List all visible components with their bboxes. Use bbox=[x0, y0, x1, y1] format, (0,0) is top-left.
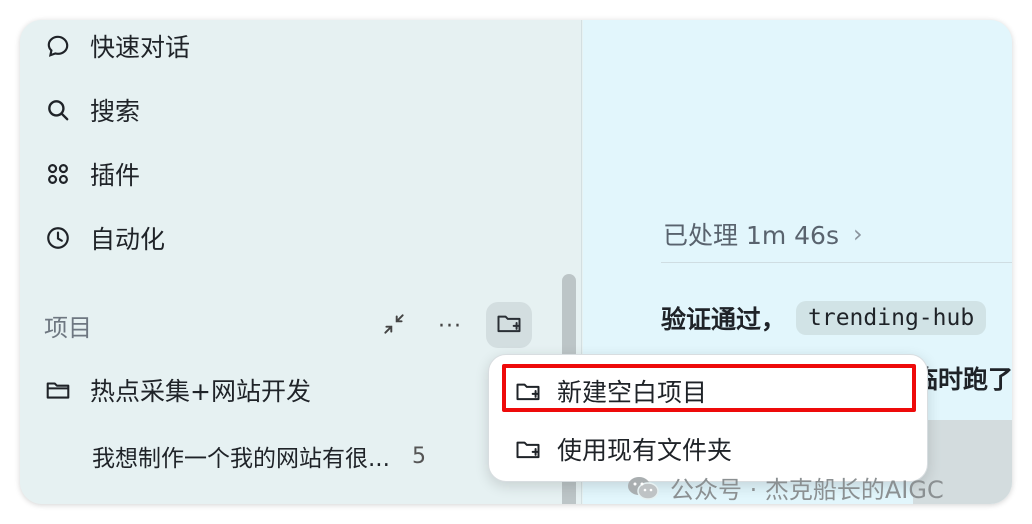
chat-bubble-icon bbox=[44, 32, 72, 60]
sidebar-item-search[interactable]: 搜索 bbox=[44, 90, 140, 130]
collapse-projects-button[interactable] bbox=[378, 310, 410, 342]
watermark: 公众号 · 杰克船长的AIGC bbox=[626, 470, 944, 504]
more-options-button[interactable]: ··· bbox=[434, 310, 466, 342]
inline-code: trending-hub bbox=[796, 301, 987, 335]
chat-list-item[interactable]: 我想制作一个我的网站有很... 5 bbox=[92, 436, 426, 476]
folder-plus-icon bbox=[513, 434, 543, 464]
collapse-icon bbox=[381, 311, 407, 341]
project-name: 热点采集+网站开发 bbox=[90, 377, 311, 406]
sidebar-item-label: 快速对话 bbox=[90, 33, 191, 62]
wechat-icon bbox=[628, 476, 659, 500]
sidebar-item-plugins[interactable]: 插件 bbox=[44, 154, 140, 194]
ellipsis-icon: ··· bbox=[438, 313, 462, 339]
sidebar-item-label: 自动化 bbox=[90, 225, 166, 254]
divider bbox=[661, 262, 1012, 263]
verify-text: 验证通过， bbox=[661, 305, 787, 334]
highlight-box bbox=[502, 364, 916, 412]
search-icon bbox=[44, 96, 72, 124]
plugins-grid-icon bbox=[44, 160, 72, 188]
watermark-text: 公众号 · 杰克船长的AIGC bbox=[670, 476, 944, 504]
menu-item-use-existing-folder[interactable]: 使用现有文件夹 bbox=[513, 429, 732, 469]
sidebar-item-label: 插件 bbox=[90, 161, 141, 190]
app-window: 快速对话 搜索 插件 自动化 项目 ··· 热点采集+网站开发 我想制作一个我的… bbox=[20, 20, 1012, 504]
chat-time: 5 bbox=[411, 443, 426, 469]
message-text: 验证通过， trending-hub bbox=[661, 300, 987, 336]
processed-label: 已处理 1m 46s bbox=[663, 221, 839, 250]
menu-item-label: 使用现有文件夹 bbox=[557, 436, 733, 465]
sidebar-item-label: 搜索 bbox=[90, 97, 141, 126]
folder-plus-icon bbox=[495, 309, 523, 341]
chevron-right-icon: › bbox=[853, 220, 863, 248]
chat-title: 我想制作一个我的网站有很... bbox=[92, 446, 390, 472]
sidebar-item-quick-chat[interactable]: 快速对话 bbox=[44, 26, 190, 66]
projects-section-label: 项目 bbox=[44, 314, 92, 342]
folder-icon bbox=[44, 376, 72, 404]
sidebar-item-automation[interactable]: 自动化 bbox=[44, 218, 165, 258]
project-item[interactable]: 热点采集+网站开发 bbox=[44, 370, 311, 410]
clock-icon bbox=[44, 224, 72, 252]
processed-status[interactable]: 已处理 1m 46s › bbox=[663, 216, 863, 252]
new-project-button[interactable] bbox=[486, 302, 532, 348]
